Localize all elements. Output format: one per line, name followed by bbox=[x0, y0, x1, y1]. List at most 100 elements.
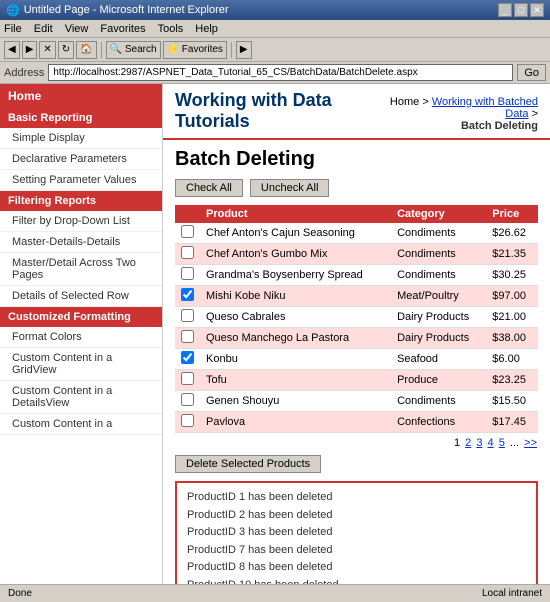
search-button[interactable]: 🔍 Search bbox=[106, 41, 161, 59]
sidebar-section-customized-formatting[interactable]: Customized Formatting bbox=[0, 307, 162, 327]
sidebar-item-custom-content-other[interactable]: Custom Content in a bbox=[0, 414, 162, 435]
sidebar-item-master-detail-two-pages[interactable]: Master/Detail Across Two Pages bbox=[0, 253, 162, 286]
sidebar-item-setting-parameter-values[interactable]: Setting Parameter Values bbox=[0, 170, 162, 191]
back-button[interactable]: ◀ bbox=[4, 41, 20, 59]
page-next[interactable]: >> bbox=[524, 437, 537, 449]
breadcrumb-current: Batch Deleting bbox=[379, 120, 538, 132]
row-category: Dairy Products bbox=[391, 328, 486, 349]
page-2[interactable]: 2 bbox=[465, 437, 471, 449]
deleted-message: ProductID 2 has been deleted bbox=[187, 507, 526, 525]
uncheck-all-button[interactable]: Uncheck All bbox=[250, 179, 329, 197]
forward-button[interactable]: ▶ bbox=[22, 41, 38, 59]
row-checkbox[interactable] bbox=[181, 288, 194, 301]
row-category: Condiments bbox=[391, 391, 486, 412]
sidebar-item-details-selected-row[interactable]: Details of Selected Row bbox=[0, 286, 162, 307]
page-5[interactable]: 5 bbox=[499, 437, 505, 449]
table-row: PavlovaConfections$17.45 bbox=[175, 412, 538, 433]
menu-tools[interactable]: Tools bbox=[158, 23, 184, 35]
check-all-button[interactable]: Check All bbox=[175, 179, 243, 197]
row-product: Queso Cabrales bbox=[200, 307, 391, 328]
delete-button-row: Delete Selected Products bbox=[175, 455, 538, 473]
row-checkbox[interactable] bbox=[181, 330, 194, 343]
menu-edit[interactable]: Edit bbox=[34, 23, 53, 35]
media-button[interactable]: ▶ bbox=[236, 41, 252, 59]
table-row: Queso Manchego La PastoraDairy Products$… bbox=[175, 328, 538, 349]
banner-title: Working with Data Tutorials bbox=[175, 90, 379, 132]
row-price: $30.25 bbox=[486, 265, 538, 286]
sidebar-section-basic-reporting[interactable]: Basic Reporting bbox=[0, 108, 162, 128]
deleted-message: ProductID 1 has been deleted bbox=[187, 489, 526, 507]
menu-help[interactable]: Help bbox=[195, 23, 218, 35]
home-button[interactable]: 🏠 bbox=[76, 41, 96, 59]
menu-file[interactable]: File bbox=[4, 23, 22, 35]
row-price: $26.62 bbox=[486, 223, 538, 244]
pagination: 1 2 3 4 5 ... >> bbox=[175, 437, 538, 449]
sidebar-item-custom-content-gridview[interactable]: Custom Content in a GridView bbox=[0, 348, 162, 381]
refresh-button[interactable]: ↻ bbox=[58, 41, 74, 59]
row-product: Konbu bbox=[200, 349, 391, 370]
content-inner: Batch Deleting Check All Uncheck All Pro… bbox=[163, 140, 550, 584]
table-row: Genen ShouyuCondiments$15.50 bbox=[175, 391, 538, 412]
minimize-button[interactable]: _ bbox=[498, 3, 512, 17]
content-area: Working with Data Tutorials Home > Worki… bbox=[163, 84, 550, 584]
page-4[interactable]: 4 bbox=[488, 437, 494, 449]
breadcrumb-link[interactable]: Working with Batched Data bbox=[432, 96, 538, 120]
menu-view[interactable]: View bbox=[65, 23, 89, 35]
sidebar-item-declarative-parameters[interactable]: Declarative Parameters bbox=[0, 149, 162, 170]
table-row: Grandma's Boysenberry SpreadCondiments$3… bbox=[175, 265, 538, 286]
row-category: Condiments bbox=[391, 223, 486, 244]
row-product: Genen Shouyu bbox=[200, 391, 391, 412]
sidebar-item-simple-display[interactable]: Simple Display bbox=[0, 128, 162, 149]
maximize-button[interactable]: □ bbox=[514, 3, 528, 17]
row-checkbox[interactable] bbox=[181, 351, 194, 364]
toolbar: ◀ ▶ ✕ ↻ 🏠 🔍 Search ⭐ Favorites ▶ bbox=[0, 38, 550, 62]
sidebar-item-master-details[interactable]: Master-Details-Details bbox=[0, 232, 162, 253]
favorites-button[interactable]: ⭐ Favorites bbox=[163, 41, 227, 59]
row-category: Dairy Products bbox=[391, 307, 486, 328]
address-bar: Address Go bbox=[0, 62, 550, 84]
table-row: Mishi Kobe NikuMeat/Poultry$97.00 bbox=[175, 286, 538, 307]
page-3[interactable]: 3 bbox=[476, 437, 482, 449]
row-checkbox[interactable] bbox=[181, 372, 194, 385]
deleted-message: ProductID 10 has been deleted bbox=[187, 577, 526, 584]
sidebar-home[interactable]: Home bbox=[0, 84, 162, 108]
row-category: Meat/Poultry bbox=[391, 286, 486, 307]
breadcrumb: Home > Working with Batched Data > Batch… bbox=[379, 96, 538, 132]
col-header-product: Product bbox=[200, 205, 391, 223]
row-product: Chef Anton's Gumbo Mix bbox=[200, 244, 391, 265]
row-category: Condiments bbox=[391, 265, 486, 286]
sidebar-section-filtering-reports[interactable]: Filtering Reports bbox=[0, 191, 162, 211]
deleted-message: ProductID 3 has been deleted bbox=[187, 524, 526, 542]
row-checkbox[interactable] bbox=[181, 225, 194, 238]
title-bar: 🌐 Untitled Page - Microsoft Internet Exp… bbox=[0, 0, 550, 20]
page-title: Batch Deleting bbox=[175, 148, 538, 171]
delete-selected-button[interactable]: Delete Selected Products bbox=[175, 455, 321, 473]
row-product: Queso Manchego La Pastora bbox=[200, 328, 391, 349]
row-product: Grandma's Boysenberry Spread bbox=[200, 265, 391, 286]
table-row: Queso CabralesDairy Products$21.00 bbox=[175, 307, 538, 328]
address-input[interactable] bbox=[48, 64, 513, 81]
sidebar-item-filter-dropdown[interactable]: Filter by Drop-Down List bbox=[0, 211, 162, 232]
row-checkbox[interactable] bbox=[181, 267, 194, 280]
toolbar-separator2 bbox=[231, 42, 232, 58]
row-checkbox[interactable] bbox=[181, 393, 194, 406]
stop-button[interactable]: ✕ bbox=[39, 41, 55, 59]
menu-favorites[interactable]: Favorites bbox=[100, 23, 145, 35]
row-category: Confections bbox=[391, 412, 486, 433]
row-checkbox[interactable] bbox=[181, 309, 194, 322]
breadcrumb-sep: > bbox=[529, 108, 538, 120]
row-price: $6.00 bbox=[486, 349, 538, 370]
status-bar: Done Local intranet bbox=[0, 584, 550, 602]
sidebar: Home Basic Reporting Simple Display Decl… bbox=[0, 84, 163, 584]
sidebar-item-format-colors[interactable]: Format Colors bbox=[0, 327, 162, 348]
col-header-checkbox bbox=[175, 205, 200, 223]
go-button[interactable]: Go bbox=[517, 64, 546, 81]
row-price: $38.00 bbox=[486, 328, 538, 349]
row-checkbox[interactable] bbox=[181, 246, 194, 259]
close-button[interactable]: ✕ bbox=[530, 3, 544, 17]
deleted-message: ProductID 7 has been deleted bbox=[187, 542, 526, 560]
sidebar-item-custom-content-detailsview[interactable]: Custom Content in a DetailsView bbox=[0, 381, 162, 414]
row-category: Produce bbox=[391, 370, 486, 391]
window-controls[interactable]: _ □ ✕ bbox=[498, 3, 544, 17]
row-checkbox[interactable] bbox=[181, 414, 194, 427]
